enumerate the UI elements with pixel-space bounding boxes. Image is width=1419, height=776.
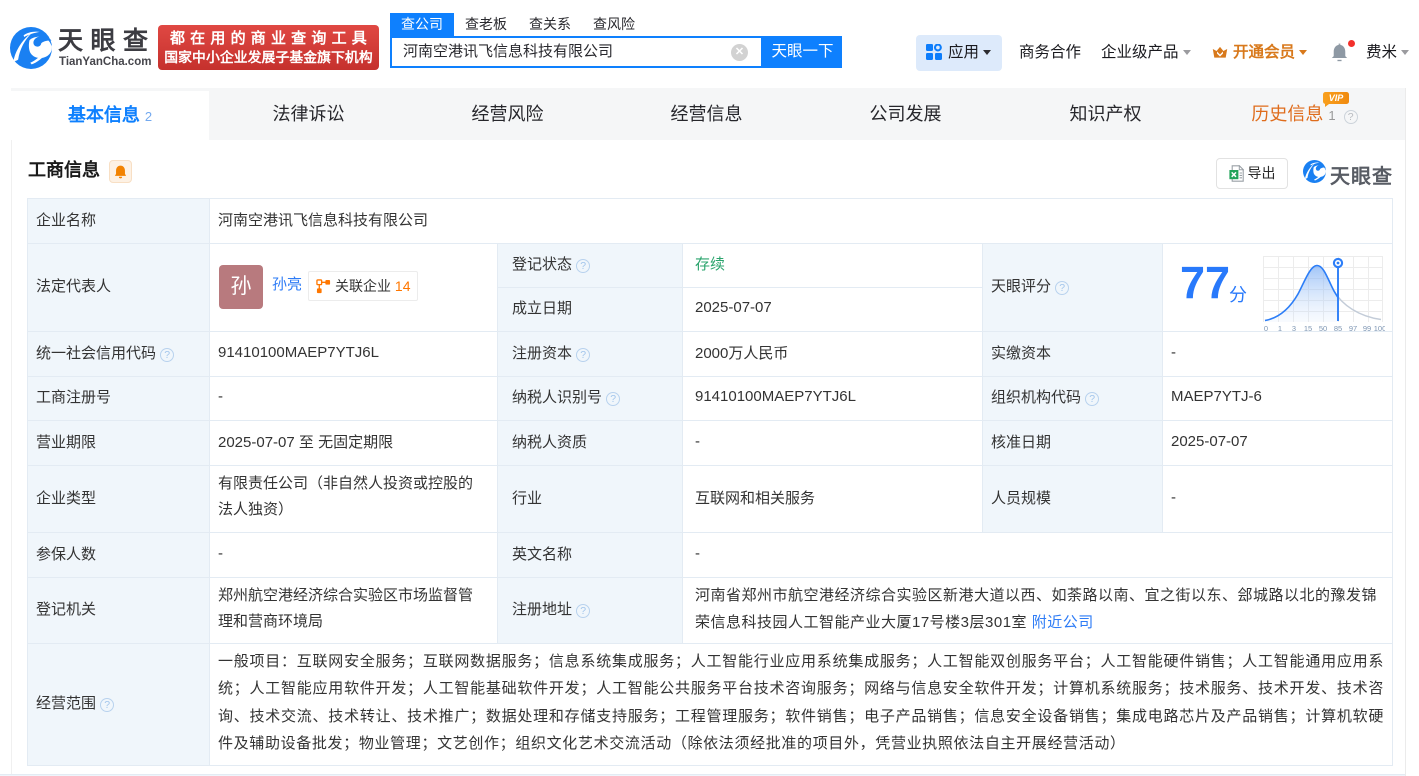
svg-text:3: 3 <box>1292 324 1296 332</box>
svg-text:99: 99 <box>1363 324 1371 332</box>
svg-text:15: 15 <box>1304 324 1312 332</box>
svg-text:85: 85 <box>1334 324 1342 332</box>
svg-text:97: 97 <box>1349 324 1357 332</box>
svg-text:50: 50 <box>1319 324 1327 332</box>
svg-text:1: 1 <box>1278 324 1282 332</box>
svg-text:100: 100 <box>1374 324 1385 332</box>
svg-text:0: 0 <box>1264 324 1268 332</box>
